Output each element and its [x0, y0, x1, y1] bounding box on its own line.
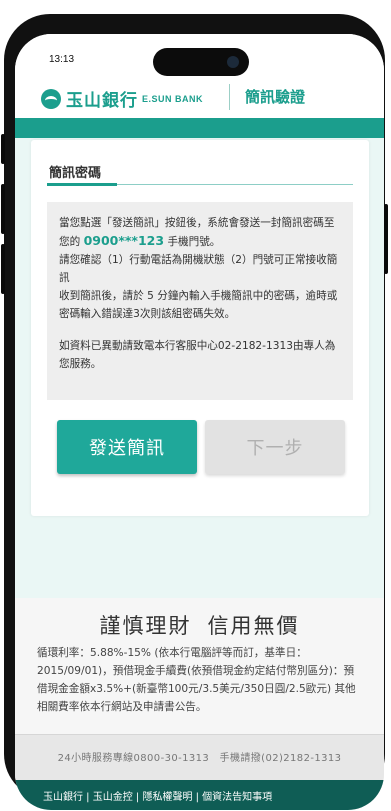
slogan-part-2: 信用無價 — [207, 614, 300, 638]
brand-name-en: E.SUN BANK — [142, 93, 204, 104]
footer-links[interactable]: 玉山銀行 | 玉山金控 | 隱私權聲明 | 個資法告知事項 — [43, 788, 272, 803]
slogan: 謹慎理財 信用無價 — [15, 610, 384, 640]
notice-line-4: 如資料已異動請致電本行客服中心02-2182-1313由專人為您服務。 — [59, 340, 336, 370]
send-sms-button[interactable]: 發送簡訊 — [57, 420, 197, 474]
service-hotline-bar: 24小時服務專線0800-30-1313 手機請撥(02)2182-1313 — [15, 734, 384, 781]
next-step-button[interactable]: 下一步 — [205, 420, 345, 474]
bottom-footer-nav: 玉山銀行 | 玉山金控 | 隱私權聲明 | 個資法告知事項 — [15, 780, 384, 810]
sms-notice-box: 當您點選「發送簡訊」按鈕後，系統會發送一封簡訊密碼至您的 0900***123 … — [47, 202, 353, 400]
camera-icon — [227, 56, 239, 68]
masked-phone-number: 0900***123 — [83, 233, 165, 248]
service-hotline-text[interactable]: 24小時服務專線0800-30-1313 手機請撥(02)2182-1313 — [15, 749, 384, 764]
phone-side-button — [1, 134, 5, 164]
phone-power-button — [384, 204, 388, 274]
rate-disclosure-text: 循環利率：5.88%-15% (依本行電腦評等而訂，基準日：2015/09/01… — [37, 647, 356, 713]
card-title-underline — [47, 183, 117, 186]
header-divider — [229, 84, 230, 110]
phone-frame: 13:13 玉山銀行 E.SUN BANK 簡訊驗證 簡訊密碼 當您點選「發送簡… — [1, 14, 388, 810]
screen: 13:13 玉山銀行 E.SUN BANK 簡訊驗證 簡訊密碼 當您點選「發送簡… — [15, 34, 384, 810]
brand-name-zh: 玉山銀行 — [66, 91, 138, 111]
sms-verification-card: 簡訊密碼 當您點選「發送簡訊」按鈕後，系統會發送一封簡訊密碼至您的 0900**… — [31, 140, 369, 516]
card-title: 簡訊密碼 — [49, 166, 102, 181]
esun-logo-icon — [41, 88, 61, 109]
status-time: 13:13 — [49, 54, 75, 65]
app-header: 玉山銀行 E.SUN BANK 簡訊驗證 — [15, 78, 384, 119]
phone-volume-up — [1, 184, 5, 234]
notice-line-1-suffix: 手機門號。 — [167, 236, 221, 248]
brand-logo[interactable]: 玉山銀行 E.SUN BANK — [41, 86, 203, 111]
notice-line-1: 當您點選「發送簡訊」按鈕後，系統會發送一封簡訊密碼至您的 0900***123 … — [59, 214, 343, 251]
notice-spacer — [59, 323, 343, 337]
credit-promo-section: 謹慎理財 信用無價 循環利率：5.88%-15% (依本行電腦評等而訂，基準日：2… — [15, 598, 384, 734]
notice-line-2: 請您確認（1）行動電話為開機狀態（2）門號可正常接收簡訊 — [59, 254, 338, 284]
header-accent-band — [15, 118, 384, 138]
dynamic-island — [153, 48, 249, 76]
phone-volume-down — [1, 244, 5, 294]
slogan-part-1: 謹慎理財 — [99, 614, 192, 638]
notice-line-3: 收到簡訊後，請於 5 分鐘內輸入手機簡訊中的密碼，逾時或密碼輸入錯誤達3次則該組… — [59, 290, 338, 320]
page-title: 簡訊驗證 — [245, 88, 306, 106]
